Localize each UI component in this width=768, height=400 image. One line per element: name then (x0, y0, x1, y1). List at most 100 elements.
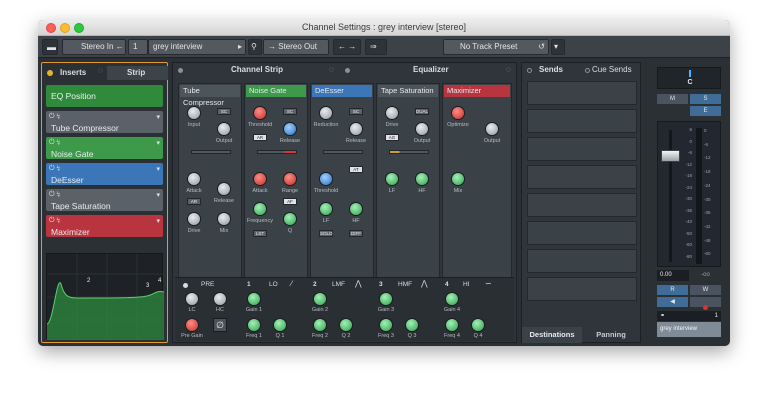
freq-1-knob[interactable] (247, 318, 261, 332)
volume-readout[interactable]: 0.00 (657, 270, 689, 281)
eq-curve-display[interactable]: 2 3 4 (46, 253, 165, 340)
chevron-down-icon[interactable]: ▾ (551, 39, 565, 55)
bypass-icon[interactable]: ◌ (506, 65, 511, 74)
frequency-knob[interactable] (253, 202, 267, 216)
lf-knob[interactable] (385, 172, 399, 186)
ag-button[interactable]: AG (385, 134, 399, 141)
threshold-knob[interactable] (319, 172, 333, 186)
volume-fader-handle[interactable] (661, 150, 680, 162)
tab-destinations[interactable]: Destinations (522, 327, 582, 343)
monitor-icon[interactable]: ◀ (657, 297, 688, 307)
send-slot-3[interactable] (527, 137, 637, 161)
bypass-icon[interactable]: ◌ (329, 65, 334, 74)
panel-layout-icon[interactable]: ▬ (42, 39, 58, 55)
lf-knob[interactable] (319, 202, 333, 216)
send-slot-6[interactable] (527, 221, 637, 245)
drive-knob[interactable] (187, 212, 201, 226)
search-icon[interactable]: ⚲ (248, 39, 262, 55)
send-slot-7[interactable] (527, 249, 637, 273)
tab-sends[interactable]: Sends (539, 63, 563, 77)
send-slot-5[interactable] (527, 193, 637, 217)
solo-button[interactable]: SOLO (319, 230, 333, 237)
sends-power-icon[interactable] (527, 68, 532, 73)
attack-knob[interactable] (187, 172, 201, 186)
insert-slot-maximizer[interactable]: ⏻ ↯ Maximizer ▾ (46, 215, 163, 237)
write-automation-button[interactable]: W (690, 285, 721, 295)
pre-gain-knob[interactable] (185, 318, 199, 332)
release-knob[interactable] (283, 122, 297, 136)
band-shape-icon[interactable]: ∕ (291, 279, 292, 288)
prev-next-channel-icon[interactable]: ← → (333, 39, 361, 55)
bypass-icon[interactable]: ◌ (98, 66, 103, 75)
insert-slot-deesser[interactable]: ⏻ ↯ DeEsser ▾ (46, 163, 163, 185)
track-preset-selector[interactable]: No Track Preset ↺ (443, 39, 549, 55)
ar-button[interactable]: AR (253, 134, 267, 141)
eq-pre-power-icon[interactable] (183, 283, 188, 288)
cue-sends-power-icon[interactable] (585, 68, 590, 73)
q-4-knob[interactable] (471, 318, 485, 332)
tab-panning[interactable]: Panning (582, 327, 640, 343)
input-knob[interactable] (187, 106, 201, 120)
send-slot-2[interactable] (527, 109, 637, 133)
q-1-knob[interactable] (273, 318, 287, 332)
q-3-knob[interactable] (405, 318, 419, 332)
output-routing-selector[interactable]: → Stereo Out (263, 39, 329, 55)
mix-knob[interactable] (217, 212, 231, 226)
threshold-knob[interactable] (253, 106, 267, 120)
record-button[interactable] (690, 297, 721, 310)
range-knob[interactable] (283, 172, 297, 186)
inserts-power-icon[interactable] (47, 70, 53, 76)
optimize-knob[interactable] (451, 106, 465, 120)
send-slot-8[interactable] (527, 277, 637, 301)
eq-position-button[interactable]: EQ Position (46, 85, 163, 107)
sc-button[interactable]: SC (349, 108, 363, 115)
mix-knob[interactable] (451, 172, 465, 186)
gain-3-knob[interactable] (379, 292, 393, 306)
freq-3-knob[interactable] (379, 318, 393, 332)
insert-slot-noise-gate[interactable]: ⏻ ↯ Noise Gate ▾ (46, 137, 163, 159)
release-knob[interactable] (349, 122, 363, 136)
read-automation-button[interactable]: R (657, 285, 688, 295)
q-knob[interactable] (283, 212, 297, 226)
ar-button[interactable]: AR (187, 198, 201, 205)
band-shape-icon[interactable]: ⋀ (421, 279, 428, 288)
edit-button[interactable]: E (690, 106, 721, 116)
tab-cue-sends[interactable]: Cue Sends (592, 63, 632, 77)
output-knob[interactable] (415, 122, 429, 136)
gain-2-knob[interactable] (313, 292, 327, 306)
eq-power-icon[interactable] (345, 68, 350, 73)
hc-knob[interactable] (213, 292, 227, 306)
gain-4-knob[interactable] (445, 292, 459, 306)
output-knob[interactable] (217, 122, 231, 136)
freq-4-knob[interactable] (445, 318, 459, 332)
sc-button[interactable]: SC (283, 108, 297, 115)
diff-button[interactable]: DIFF (349, 230, 363, 237)
tab-strip[interactable]: Strip (107, 66, 168, 80)
af-button[interactable]: AF (283, 198, 297, 205)
mute-button[interactable]: M (657, 94, 688, 104)
input-routing-selector[interactable]: Stereo In ← (62, 39, 126, 55)
sc-button[interactable]: SC (217, 108, 231, 115)
lc-knob[interactable] (185, 292, 199, 306)
peak-readout[interactable]: -oo (690, 270, 721, 281)
output-knob[interactable] (485, 122, 499, 136)
channel-name-field[interactable]: grey interview ▸ (148, 39, 246, 55)
hf-knob[interactable] (415, 172, 429, 186)
hf-knob[interactable] (349, 202, 363, 216)
q-2-knob[interactable] (339, 318, 353, 332)
channel-link-icon[interactable]: ⇒ (365, 39, 387, 55)
send-slot-4[interactable] (527, 165, 637, 189)
gain-1-knob[interactable] (247, 292, 261, 306)
lst-button[interactable]: LST (253, 230, 267, 237)
insert-slot-tape-saturation[interactable]: ⏻ ↯ Tape Saturation ▾ (46, 189, 163, 211)
release-knob[interactable] (217, 182, 231, 196)
band-shape-icon[interactable]: ⋀ (355, 279, 362, 288)
band-shape-icon[interactable]: ∽ (485, 279, 492, 288)
pan-control[interactable]: C (657, 67, 721, 89)
solo-button[interactable]: S (690, 94, 721, 104)
attack-knob[interactable] (253, 172, 267, 186)
drive-knob[interactable] (385, 106, 399, 120)
channel-name-label[interactable]: grey interview (657, 322, 721, 337)
strip-power-icon[interactable] (178, 68, 183, 73)
tab-inserts[interactable]: Inserts (60, 66, 86, 80)
